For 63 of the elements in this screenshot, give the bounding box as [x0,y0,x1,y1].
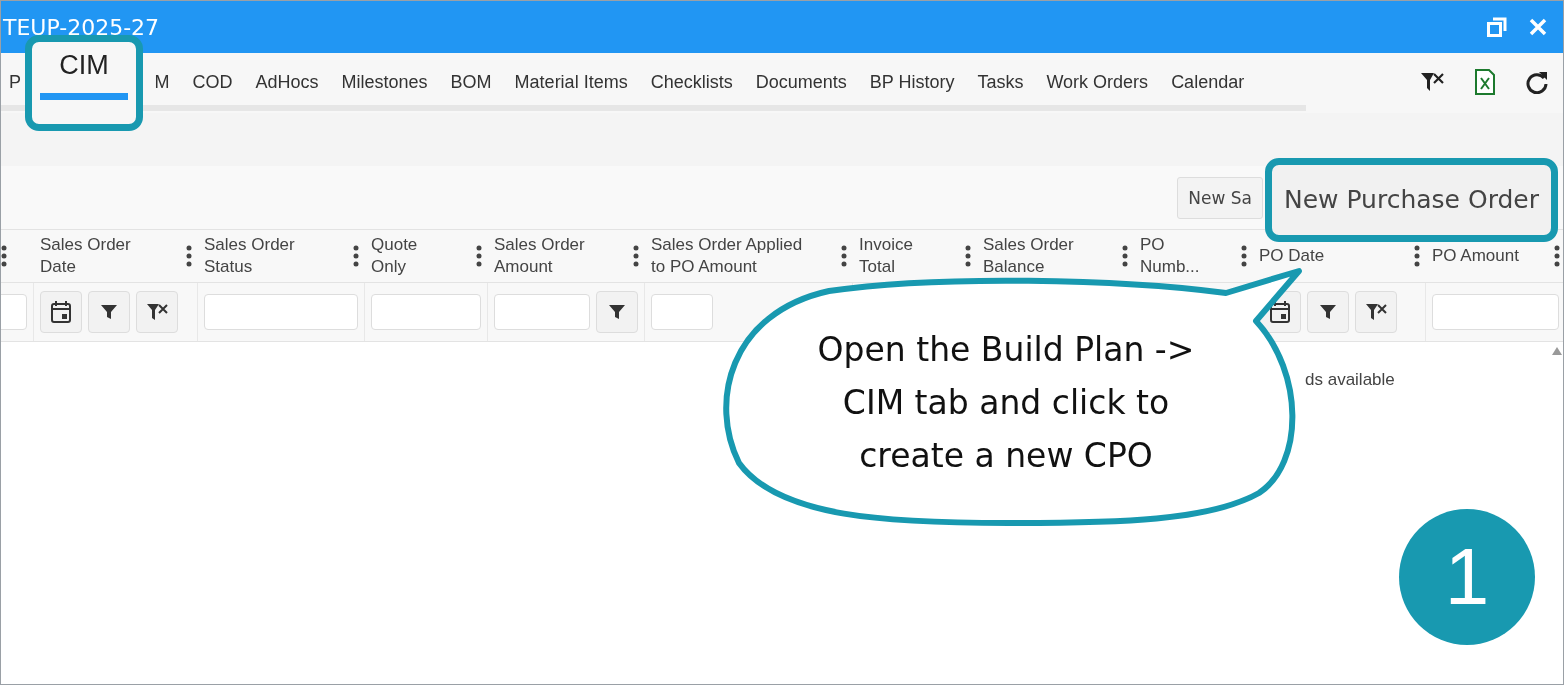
step-badge: 1 [1399,509,1535,645]
column-header: Sales Order Date [40,234,132,278]
tab[interactable]: Checklists [639,71,745,93]
column-header: PO Amount [1432,245,1519,267]
filter-field[interactable] [371,294,481,330]
callout-text: Open the Build Plan -> CIM tab and click to create a new CPO [816,329,1196,477]
clear-filter-button[interactable] [1355,291,1397,333]
tab[interactable]: P [1,71,21,93]
tab[interactable]: BOM [439,71,504,93]
tab[interactable]: COD [181,71,244,93]
column-header: Sales Order Applied to PO Amount [651,234,804,278]
column-menu-icon[interactable] [633,245,639,267]
clear-filter-button[interactable] [136,291,178,333]
tab[interactable]: Work Orders [1034,71,1160,93]
column-header: Quote Only [371,234,419,278]
tab[interactable]: Tasks [965,71,1035,93]
filter-field[interactable] [494,294,590,330]
filter-field[interactable] [204,294,358,330]
new-purchase-order-button[interactable]: New Purchase Order [1265,157,1558,242]
column-header: Sales Order Amount [494,234,586,278]
filter-button[interactable] [88,291,130,333]
clear-filter-icon [145,301,169,323]
column-menu-icon[interactable] [965,245,971,267]
column-menu-icon[interactable] [353,245,359,267]
tab[interactable]: AdHocs [244,71,331,93]
column-header: Sales Order Balance [983,234,1075,278]
filter-button[interactable] [1307,291,1349,333]
restore-icon[interactable] [1487,17,1507,37]
column-menu-icon[interactable] [1241,245,1247,267]
column-header: Sales Order Status [204,234,296,278]
column-menu-icon[interactable] [476,245,482,267]
column-menu-icon[interactable] [1414,245,1420,267]
column-header: PO Date [1259,245,1325,267]
filter-field[interactable] [1432,294,1559,330]
column-menu-icon[interactable] [1554,245,1560,267]
tab[interactable]: Material Items [503,71,640,93]
filter-button[interactable] [596,291,638,333]
calendar-icon [50,300,72,324]
filter-field[interactable] [651,294,713,330]
new-sales-order-button[interactable]: New Sa [1177,176,1263,219]
tab[interactable]: Calendar [1159,71,1256,93]
calendar-button[interactable] [40,291,82,333]
filter-icon [607,302,627,322]
column-menu-icon[interactable] [841,245,847,267]
clear-filter-icon [1364,301,1388,323]
column-menu-icon[interactable] [1122,245,1128,267]
scroll-up-icon[interactable] [1552,347,1562,355]
filter-icon [1318,302,1338,322]
column-header: Invoice Total [859,234,914,278]
tab[interactable]: BP History [858,71,966,93]
tab[interactable]: Documents [744,71,859,93]
empty-message: ds available [1305,370,1395,390]
close-icon[interactable] [1529,18,1547,36]
spreadsheet-icon[interactable] [1475,69,1495,95]
column-menu-icon[interactable] [1,245,7,267]
tab[interactable]: M [143,71,181,93]
calendar-icon [1269,300,1291,324]
tab[interactable]: CIM [25,35,143,131]
tab[interactable]: Milestones [330,71,440,93]
column-header: PO Numb... [1140,234,1201,278]
filter-icon [99,302,119,322]
column-menu-icon[interactable] [186,245,192,267]
refresh-icon[interactable] [1525,70,1549,94]
